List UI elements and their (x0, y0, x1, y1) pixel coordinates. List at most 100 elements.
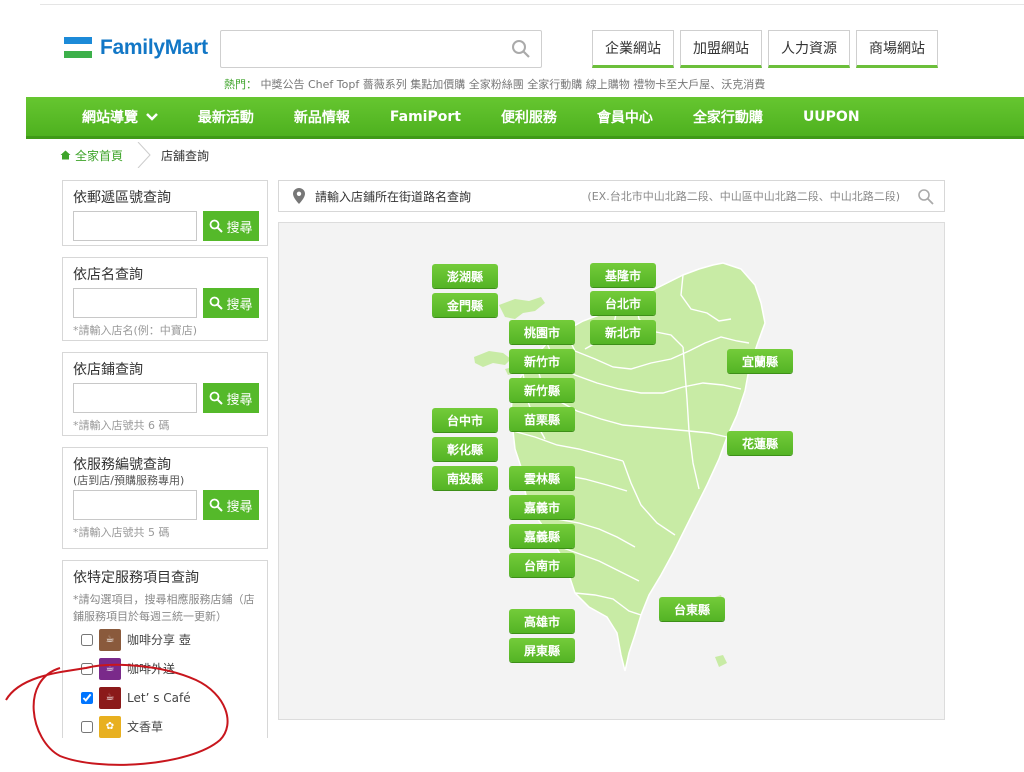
address-search-example: (EX.台北市中山北路二段、中山區中山北路二段、中山北路二段) (587, 190, 900, 203)
city-nantou[interactable]: 南投縣 (432, 466, 498, 490)
herb-checkbox[interactable] (81, 720, 93, 733)
breadcrumb-home-label: 全家首頁 (75, 148, 124, 163)
store-search-label: 搜尋 (226, 392, 253, 408)
coffee-delivery-checkbox[interactable] (81, 662, 93, 675)
zip-search-panel: 依郵遞區號查詢 搜尋 (62, 180, 268, 246)
hot-label: 熱門： (224, 78, 257, 91)
city-keelung[interactable]: 基隆市 (590, 263, 656, 287)
city-taipei[interactable]: 台北市 (590, 291, 656, 315)
search-icon (210, 391, 224, 405)
top-divider (40, 4, 1024, 5)
city-hualien[interactable]: 花蓮縣 (727, 431, 793, 455)
service-id-search-panel: 依服務編號查詢 (店到店/預購服務專用) 搜尋 *請輸入店號共 5 碼 (62, 447, 268, 549)
city-taichung[interactable]: 台中市 (432, 408, 498, 432)
name-search-label: 搜尋 (226, 297, 253, 313)
special-service-panel: 依特定服務項目查詢 *請勾選項目，搜尋相應服務店鋪（店鋪服務項目於每週三統一更新… (62, 560, 268, 738)
city-penghu[interactable]: 澎湖縣 (432, 264, 498, 288)
service-search-label: 搜尋 (226, 499, 253, 515)
city-yunlin[interactable]: 雲林縣 (509, 466, 575, 490)
city-chiayi-city[interactable]: 嘉義市 (509, 495, 575, 519)
nav-services[interactable]: 便利服務 (481, 107, 577, 127)
breadcrumb-current: 店舖查詢 (161, 148, 210, 163)
lets-cafe-label: Let’ s Café (127, 690, 191, 705)
store-id-input[interactable] (73, 383, 197, 413)
service-option-coffee-delivery[interactable]: ☕ 咖啡外送 (73, 654, 259, 683)
coffee-share-label: 咖啡分享 壺 (127, 633, 191, 647)
site-search-input[interactable] (221, 31, 501, 67)
nav-famiport[interactable]: FamiPort (370, 109, 481, 125)
coffee-delivery-label: 咖啡外送 (127, 662, 176, 676)
store-id-search-panel: 依店鋪查詢 搜尋 *請輸入店號共 6 碼 (62, 352, 268, 436)
service-panel-title: 依服務編號查詢 (73, 457, 171, 473)
city-yilan[interactable]: 宜蘭縣 (727, 349, 793, 373)
site-search[interactable] (220, 30, 542, 68)
city-chiayi-county[interactable]: 嘉義縣 (509, 524, 575, 548)
breadcrumb: 全家首頁 店舖查詢 (60, 142, 209, 168)
city-pingtung[interactable]: 屏東縣 (509, 638, 575, 662)
city-hsinchu-county[interactable]: 新竹縣 (509, 378, 575, 402)
nav-new-products[interactable]: 新品情報 (274, 107, 370, 127)
kinmen-island-shape (499, 297, 545, 319)
location-pin-icon (293, 188, 305, 204)
special-hint: *請勾選項目，搜尋相應服務店鋪（店鋪服務項目於每週三統一更新） (73, 593, 255, 623)
herb-label: 文香草 (127, 720, 164, 734)
search-icon[interactable] (511, 39, 531, 59)
store-panel-title: 依店鋪查詢 (73, 362, 143, 378)
mall-site-button[interactable]: 商場網站 (856, 30, 938, 68)
nav-mobile-shop[interactable]: 全家行動購 (673, 107, 783, 127)
breadcrumb-home[interactable]: 全家首頁 (60, 147, 123, 164)
penghu-island-shape (474, 351, 511, 367)
service-option-herb[interactable]: ✿ 文香草 (73, 712, 259, 738)
chevron-down-icon (145, 112, 158, 121)
store-name-input[interactable] (73, 288, 197, 318)
zip-search-button[interactable]: 搜尋 (203, 211, 259, 241)
name-hint: *請輸入店名(例：中寶店) (73, 324, 198, 337)
coffee-delivery-icon: ☕ (99, 657, 121, 680)
nav-uupon[interactable]: UUPON (783, 109, 880, 125)
franchise-site-button[interactable]: 加盟網站 (680, 30, 762, 68)
service-id-input[interactable] (73, 490, 197, 520)
city-kinmen[interactable]: 金門縣 (432, 293, 498, 317)
city-taitung[interactable]: 台東縣 (659, 597, 725, 621)
address-search-label: 請輸入店鋪所在街道路名查詢 (315, 189, 472, 204)
nav-member-center[interactable]: 會員中心 (577, 107, 673, 127)
hot-keyword-links[interactable]: 中獎公告 Chef Topf 薔薇系列 集點加價購 全家粉絲團 全家行動購 線上… (261, 78, 766, 91)
familymart-logo[interactable]: FamilyMart (64, 36, 208, 60)
zip-panel-title: 依郵遞區號查詢 (73, 190, 171, 206)
search-icon (210, 296, 224, 310)
search-icon (210, 219, 224, 233)
zip-search-label: 搜尋 (226, 220, 253, 236)
name-search-button[interactable]: 搜尋 (203, 288, 259, 318)
corporate-site-button[interactable]: 企業網站 (592, 30, 674, 68)
coffee-share-checkbox[interactable] (81, 633, 93, 646)
city-kaohsiung[interactable]: 高雄市 (509, 609, 575, 633)
hot-keywords: 熱門： 中獎公告 Chef Topf 薔薇系列 集點加價購 全家粉絲團 全家行動… (224, 76, 765, 92)
lets-cafe-checkbox[interactable] (81, 691, 93, 704)
city-hsinchu-city[interactable]: 新竹市 (509, 349, 575, 373)
city-taoyuan[interactable]: 桃園市 (509, 320, 575, 344)
service-panel-subtitle: (店到店/預購服務專用) (73, 474, 185, 487)
address-search-bar[interactable]: 請輸入店鋪所在街道路名查詢 (EX.台北市中山北路二段、中山區中山北路二段、中山… (278, 180, 945, 212)
hr-site-button[interactable]: 人力資源 (768, 30, 850, 68)
service-search-button[interactable]: 搜尋 (203, 490, 259, 520)
taiwan-map: 澎湖縣 金門縣 基隆市 台北市 新北市 桃園市 新竹市 新竹縣 宜蘭縣 台中市 … (278, 222, 945, 720)
city-tainan[interactable]: 台南市 (509, 553, 575, 577)
city-new-taipei[interactable]: 新北市 (590, 320, 656, 344)
name-panel-title: 依店名查詢 (73, 267, 143, 283)
service-option-coffee-share[interactable]: ☕ 咖啡分享 壺 (73, 625, 259, 654)
zip-input[interactable] (73, 211, 197, 241)
city-miaoli[interactable]: 苗栗縣 (509, 407, 575, 431)
nav-site-guide[interactable]: 網站導覽 (26, 107, 178, 127)
service-option-lets-cafe[interactable]: ☕ Let’ s Café (73, 683, 259, 712)
store-search-button[interactable]: 搜尋 (203, 383, 259, 413)
herb-icon: ✿ (99, 715, 121, 738)
special-panel-title: 依特定服務項目查詢 (73, 570, 199, 586)
top-links: 企業網站 加盟網站 人力資源 商場網站 (592, 30, 938, 68)
city-changhua[interactable]: 彰化縣 (432, 437, 498, 461)
nav-latest-events[interactable]: 最新活動 (178, 107, 274, 127)
main-nav: 網站導覽 最新活動 新品情報 FamiPort 便利服務 會員中心 全家行動購 … (26, 97, 1024, 139)
familymart-logo-icon (64, 37, 92, 59)
search-icon (210, 498, 224, 512)
nav-site-guide-label: 網站導覽 (82, 109, 138, 126)
search-icon[interactable] (917, 188, 934, 205)
